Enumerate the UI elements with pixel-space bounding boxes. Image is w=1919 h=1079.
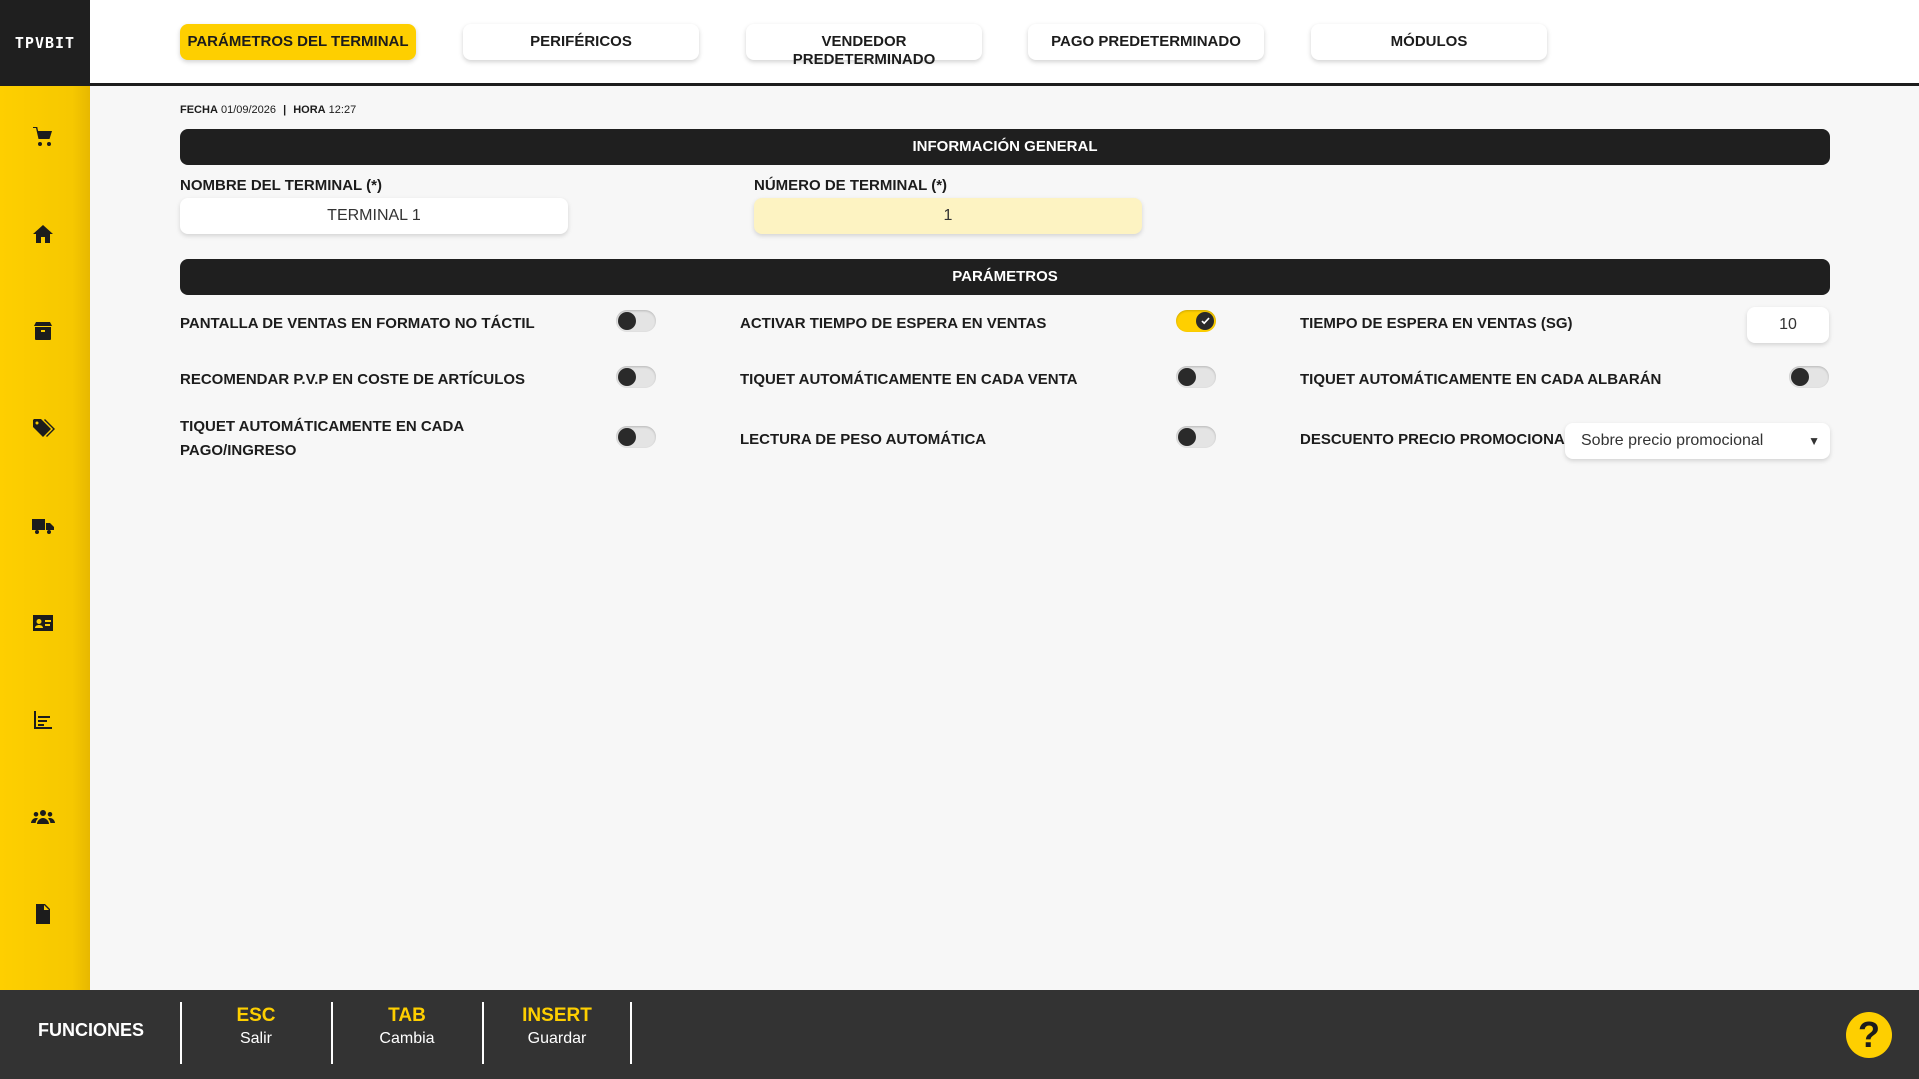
tab-key-button[interactable]: TAB Cambia: [331, 1002, 481, 1064]
param-descuento-label: DESCUENTO PRECIO PROMOCIONAL: [1300, 431, 1574, 448]
descuento-promocional-select[interactable]: Sobre precio promocional ▼: [1565, 423, 1830, 459]
cart-icon[interactable]: [27, 121, 59, 153]
insert-key-button[interactable]: INSERT Guardar: [482, 1002, 632, 1064]
toggle-lectura-peso[interactable]: [1176, 426, 1216, 448]
check-icon: [1200, 316, 1210, 324]
select-value: Sobre precio promocional: [1581, 432, 1764, 449]
terminal-number-label: NÚMERO DE TERMINAL (*): [754, 177, 948, 194]
chart-icon[interactable]: [27, 704, 59, 736]
terminal-name-input[interactable]: [180, 198, 568, 234]
terminal-number-input[interactable]: [754, 198, 1142, 234]
sidebar: TPVBIT: [0, 0, 90, 990]
param-lectura-peso-label: LECTURA DE PESO AUTOMÁTICA: [740, 431, 987, 448]
time-value: 12:27: [328, 104, 357, 116]
toggle-no-tactil[interactable]: [616, 310, 656, 332]
date-value: 01/09/2026: [220, 104, 277, 116]
help-icon[interactable]: ?: [1846, 1012, 1892, 1058]
key-action: Salir: [239, 1030, 272, 1047]
param-tiquet-pago-label: TIQUET AUTOMÁTICAMENTE EN CADA PAGO/INGR…: [180, 418, 464, 459]
param-tiquet-venta-label: TIQUET AUTOMÁTICAMENTE EN CADA VENTA: [740, 371, 1078, 388]
toggle-tiquet-venta[interactable]: [1176, 366, 1216, 388]
param-recomendar-pvp-label: RECOMENDAR P.V.P EN COSTE DE ARTÍCULOS: [180, 371, 526, 388]
date-label: FECHA: [180, 104, 218, 116]
id-card-icon[interactable]: [27, 607, 59, 639]
param-tiempo-sg-label: TIEMPO DE ESPERA EN VENTAS (SG): [1300, 315, 1573, 332]
top-tab-bar: PARÁMETROS DEL TERMINAL PERIFÉRICOS VEND…: [90, 0, 1919, 86]
param-tiempo-espera-label: ACTIVAR TIEMPO DE ESPERA EN VENTAS: [740, 315, 1047, 332]
truck-icon[interactable]: [27, 510, 59, 542]
document-icon[interactable]: [27, 898, 59, 930]
tab-vendedor-predeterminado[interactable]: VENDEDOR PREDETERMINADO: [746, 24, 982, 68]
date-time-separator: |: [283, 104, 287, 116]
toggle-tiquet-pago[interactable]: [616, 426, 656, 448]
param-tiquet-albaran-label: TIQUET AUTOMÁTICAMENTE EN CADA ALBARÁN: [1300, 371, 1662, 388]
app-logo[interactable]: TPVBIT: [0, 0, 90, 86]
home-icon[interactable]: [27, 218, 59, 250]
key-name: TAB: [388, 1005, 426, 1026]
time-label: HORA: [293, 104, 326, 116]
key-action: Guardar: [527, 1030, 587, 1047]
key-name: ESC: [236, 1005, 276, 1026]
date-time-line: FECHA 01/09/2026 | HORA 12:27: [180, 104, 356, 116]
param-no-tactil-label: PANTALLA DE VENTAS EN FORMATO NO TÁCTIL: [180, 315, 535, 332]
key-action: Cambia: [379, 1030, 435, 1047]
tab-modulos[interactable]: MÓDULOS: [1311, 24, 1547, 60]
toggle-recomendar-pvp[interactable]: [616, 366, 656, 388]
tab-pago-predeterminado[interactable]: PAGO PREDETERMINADO: [1028, 24, 1264, 60]
box-icon[interactable]: [27, 315, 59, 347]
key-name: INSERT: [522, 1005, 592, 1026]
toggle-tiempo-espera[interactable]: [1176, 310, 1216, 332]
esc-key-button[interactable]: ESC Salir: [180, 1002, 330, 1064]
function-footer: FUNCIONES ESC Salir TAB Cambia INSERT Gu…: [0, 990, 1919, 1079]
toggle-tiquet-albaran[interactable]: [1789, 366, 1829, 388]
tiempo-espera-sg-input[interactable]: [1747, 307, 1829, 343]
section-general-info: INFORMACIÓN GENERAL: [180, 129, 1830, 165]
tab-perifericos[interactable]: PERIFÉRICOS: [463, 24, 699, 60]
chevron-down-icon: ▼: [1808, 434, 1820, 448]
users-icon[interactable]: [27, 801, 59, 833]
tab-parametros-terminal[interactable]: PARÁMETROS DEL TERMINAL: [180, 24, 416, 60]
terminal-name-label: NOMBRE DEL TERMINAL (*): [180, 177, 382, 194]
footer-title: FUNCIONES: [38, 1020, 145, 1040]
section-parametros: PARÁMETROS: [180, 259, 1830, 295]
tags-icon[interactable]: [27, 412, 59, 444]
